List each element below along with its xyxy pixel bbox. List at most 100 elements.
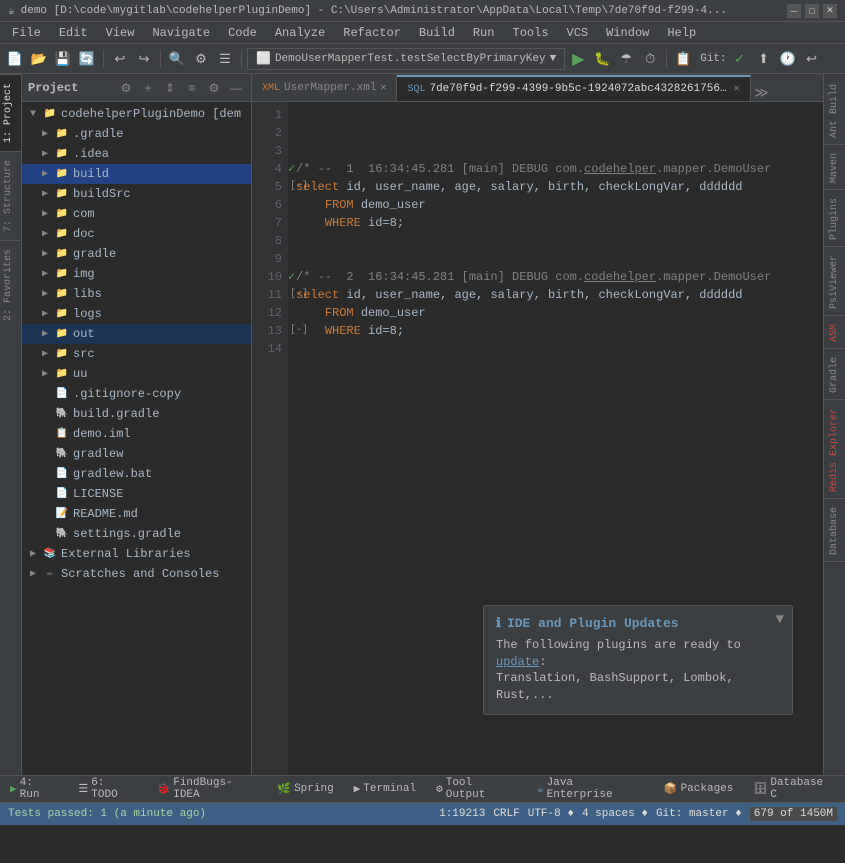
settings-button[interactable]: ⚙ (190, 48, 212, 70)
run-tab-java-enterprise[interactable]: ☕ Java Enterprise (533, 775, 648, 803)
tree-item-logs[interactable]: ▶ 📁 logs (22, 304, 251, 324)
search-button[interactable]: 🔍 (166, 48, 188, 70)
tree-item-com[interactable]: ▶ 📁 com (22, 204, 251, 224)
tree-item-license[interactable]: 📄 LICENSE (22, 484, 251, 504)
tree-item-demo-iml[interactable]: 📋 demo.iml (22, 424, 251, 444)
tree-item-gradle-hidden[interactable]: ▶ 📁 .gradle (22, 124, 251, 144)
open-button[interactable]: 📂 (28, 48, 50, 70)
menu-analyze[interactable]: Analyze (267, 24, 333, 42)
run-config-selector[interactable]: ⬜ DemoUserMapperTest.testSelectByPrimary… (247, 48, 565, 70)
new-file-button[interactable]: 📄 (4, 48, 26, 70)
tab-close-xml[interactable]: ✕ (380, 82, 386, 94)
plugins-label[interactable]: Plugins (827, 196, 842, 242)
tree-item-img[interactable]: ▶ 📁 img (22, 264, 251, 284)
sync-button[interactable]: 🔄 (76, 48, 98, 70)
tree-item-gradlew[interactable]: 🐘 gradlew (22, 444, 251, 464)
psiviewer-label[interactable]: PsiViewer (827, 253, 842, 311)
git-history-button[interactable]: 🕐 (777, 48, 799, 70)
fold-mark-5[interactable]: [-] (288, 178, 304, 196)
left-tab-favorites[interactable]: 2: Favorites (0, 240, 21, 329)
run-tab-findbugs[interactable]: 🐞 FindBugs-IDEA (153, 775, 262, 803)
menu-edit[interactable]: Edit (51, 24, 96, 42)
minimize-button[interactable]: ─ (787, 4, 801, 18)
project-settings-icon[interactable]: ⚙ (205, 79, 223, 97)
position-indicator[interactable]: 1:19213 (439, 808, 485, 820)
fold-mark-13[interactable]: [-] (288, 322, 304, 340)
database-label[interactable]: Database (827, 505, 842, 557)
tree-item-doc[interactable]: ▶ 📁 doc (22, 224, 251, 244)
tree-item-gradlew-bat[interactable]: 📄 gradlew.bat (22, 464, 251, 484)
fold-mark-11[interactable]: [-] (288, 286, 304, 304)
vcs-button[interactable]: 📋 (672, 48, 694, 70)
tree-item-src[interactable]: ▶ 📁 src (22, 344, 251, 364)
git-branch-indicator[interactable]: Git: master ♦ (656, 808, 742, 820)
run-tab-database[interactable]: 🗄 Database C (749, 775, 839, 803)
tree-item-gradle[interactable]: ▶ 📁 gradle (22, 244, 251, 264)
git-rollback-button[interactable]: ↩ (801, 48, 823, 70)
run-tab-tool-output[interactable]: ⚙ Tool Output (432, 775, 521, 803)
debug-button[interactable]: 🐛 (591, 48, 613, 70)
tree-scratches[interactable]: ▶ ✏ Scratches and Consoles (22, 564, 251, 584)
run-tab-spring[interactable]: 🌿 Spring (273, 780, 337, 798)
menu-navigate[interactable]: Navigate (144, 24, 218, 42)
menu-refactor[interactable]: Refactor (335, 24, 409, 42)
tree-item-gitignore[interactable]: 📄 .gitignore-copy (22, 384, 251, 404)
tree-item-build-gradle[interactable]: 🐘 build.gradle (22, 404, 251, 424)
coverage-button[interactable]: ☂ (615, 48, 637, 70)
run-tab-packages[interactable]: 📦 Packages (660, 780, 738, 798)
tree-item-buildsrc[interactable]: ▶ 📁 buildSrc (22, 184, 251, 204)
menu-tools[interactable]: Tools (505, 24, 557, 42)
project-scroll-icon[interactable]: ⇕ (161, 79, 179, 97)
menu-run[interactable]: Run (465, 24, 503, 42)
encoding-indicator[interactable]: UTF-8 ♦ (528, 808, 574, 820)
menu-window[interactable]: Window (598, 24, 657, 42)
tree-external-libraries[interactable]: ▶ 📚 External Libraries (22, 544, 251, 564)
project-expand-icon[interactable]: ≡ (183, 79, 201, 97)
tree-item-settings-gradle[interactable]: 🐘 settings.gradle (22, 524, 251, 544)
notification-close-button[interactable]: ▼ (776, 612, 784, 628)
notification-update-link[interactable]: update (496, 655, 539, 669)
menu-help[interactable]: Help (659, 24, 704, 42)
tab-sql-file[interactable]: SQL 7de70f9d-f299-4399-9b5c-1924072abc43… (397, 75, 750, 101)
structure-button[interactable]: ☰ (214, 48, 236, 70)
menu-file[interactable]: File (4, 24, 49, 42)
menu-code[interactable]: Code (220, 24, 265, 42)
project-gear-icon[interactable]: ⚙ (117, 79, 135, 97)
git-update-button[interactable]: ✓ (729, 48, 751, 70)
project-plus-icon[interactable]: + (139, 79, 157, 97)
left-tab-structure[interactable]: 7: Structure (0, 151, 21, 240)
save-button[interactable]: 💾 (52, 48, 74, 70)
maven-label[interactable]: Maven (827, 151, 842, 185)
tree-item-out[interactable]: ▶ 📁 out (22, 324, 251, 344)
tabs-menu-button[interactable]: ≫ (751, 85, 773, 101)
tree-item-libs[interactable]: ▶ 📁 libs (22, 284, 251, 304)
tab-close-sql[interactable]: ✕ (733, 83, 739, 95)
asm-label[interactable]: ASM (827, 322, 842, 344)
tree-item-build[interactable]: ▶ 📁 build (22, 164, 251, 184)
run-tab-run[interactable]: ▶ 4: Run (6, 775, 62, 803)
maximize-button[interactable]: □ (805, 4, 819, 18)
run-tab-terminal[interactable]: ▶ Terminal (350, 780, 420, 798)
redis-label[interactable]: Redis Explorer (827, 406, 842, 494)
profile-button[interactable]: ⏱ (639, 48, 661, 70)
gradle-panel-label[interactable]: Gradle (827, 355, 842, 395)
menu-build[interactable]: Build (411, 24, 463, 42)
project-hide-icon[interactable]: — (227, 79, 245, 97)
redo-button[interactable]: ↪ (133, 48, 155, 70)
close-button[interactable]: ✕ (823, 4, 837, 18)
left-tab-project[interactable]: 1: Project (0, 74, 21, 151)
git-push-button[interactable]: ⬆ (753, 48, 775, 70)
menu-view[interactable]: View (98, 24, 143, 42)
ant-build-label[interactable]: Ant Build (827, 82, 842, 140)
undo-button[interactable]: ↩ (109, 48, 131, 70)
run-button[interactable]: ▶ (567, 48, 589, 70)
tree-item-uu[interactable]: ▶ 📁 uu (22, 364, 251, 384)
line-ending-indicator[interactable]: CRLF (493, 808, 519, 820)
menu-vcs[interactable]: VCS (559, 24, 597, 42)
tree-item-idea[interactable]: ▶ 📁 .idea (22, 144, 251, 164)
tab-usermapper-xml[interactable]: XML UserMapper.xml ✕ (252, 75, 397, 101)
tree-item-readme[interactable]: 📝 README.md (22, 504, 251, 524)
tree-root[interactable]: ▼ 📁 codehelperPluginDemo [dem (22, 104, 251, 124)
indent-indicator[interactable]: 4 spaces ♦ (582, 808, 648, 820)
run-tab-todo[interactable]: ☰ 6: TODO (74, 775, 140, 803)
